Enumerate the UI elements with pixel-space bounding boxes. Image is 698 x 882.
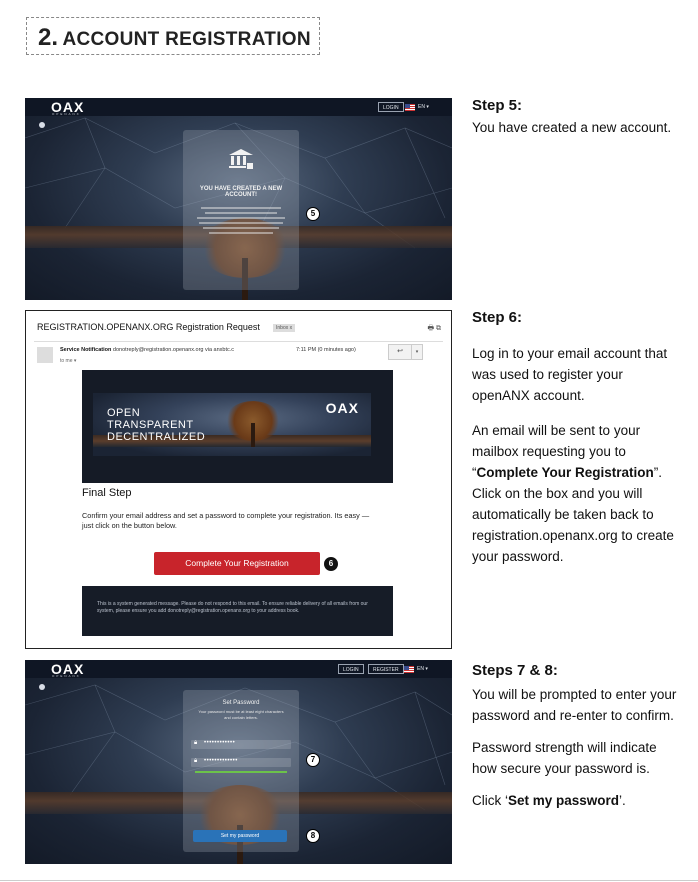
email-screenshot: REGISTRATION.OPENANX.ORG Registration Re… (25, 310, 452, 649)
bottom-divider (0, 880, 698, 881)
footer-text: This is a system generated message. Plea… (97, 601, 368, 614)
sender-line: Service Notification donotreply@registra… (60, 347, 234, 353)
slogan-open: OPEN (107, 407, 141, 419)
recipient-dropdown[interactable]: to me ▾ (60, 358, 76, 364)
us-flag-icon-2 (404, 666, 414, 673)
step-6-paragraph-1: Log in to your email account that was us… (472, 346, 668, 403)
step-6-text: Log in to your email account that was us… (472, 343, 682, 578)
section-number: 2. (38, 24, 59, 51)
sender-name: Service Notification (60, 347, 112, 353)
slogan-decentralized: DECENTRALIZED (107, 431, 206, 443)
step-78-p3-start: Click ‘ (472, 793, 508, 808)
set-password-title: Set Password (222, 700, 260, 706)
set-my-password-button[interactable]: Set my password (193, 830, 287, 842)
step-6-p2-bold: Complete Your Registration (476, 465, 654, 480)
bank-icon (229, 149, 253, 169)
reply-button[interactable]: ↩ (388, 344, 412, 360)
modal-title: YOU HAVE CREATED A NEW ACCOUNT! (199, 186, 283, 198)
slogan-transparent: TRANSPARENT (107, 419, 194, 431)
login-button[interactable]: LOGIN (378, 102, 404, 112)
login-button-2[interactable]: LOGIN (338, 664, 364, 674)
language-select-2[interactable]: EN ▾ (417, 664, 428, 674)
confirm-password-field[interactable]: 🔒︎ ••••••••••••• (191, 758, 291, 767)
oax-logo-subtitle-2: OPENANX (52, 674, 81, 678)
language-select[interactable]: EN ▾ (418, 102, 429, 112)
step-78-title: Steps 7 & 8: (472, 662, 558, 679)
step-8-marker: 8 (306, 829, 320, 843)
complete-registration-button[interactable]: Complete Your Registration (154, 552, 320, 575)
banner-slogan: OPEN TRANSPARENT DECENTRALIZED (107, 407, 205, 443)
section-heading: ACCOUNT REGISTRATION (62, 29, 311, 50)
set-password-modal: Set Password Your password must be at le… (183, 690, 299, 852)
step-78-text: You will be prompted to enter your passw… (472, 684, 682, 822)
lock-icon-2: 🔒︎ (194, 758, 198, 764)
step-78-paragraph-2: Password strength will indicate how secu… (472, 740, 657, 776)
section-title: 2. ACCOUNT REGISTRATION (26, 17, 320, 55)
email-subject: REGISTRATION.OPENANX.ORG Registration Re… (37, 322, 260, 332)
divider (34, 341, 443, 342)
step-5-marker: 5 (306, 207, 320, 221)
avatar (37, 347, 53, 363)
banner-oax-logo: OAX (325, 400, 359, 416)
success-modal: YOU HAVE CREATED A NEW ACCOUNT! (183, 130, 299, 290)
step-6-marker: 6 (324, 557, 338, 571)
print-icon[interactable]: 🖶 ⧉ (427, 324, 441, 335)
step-78-p3-end: ’. (619, 793, 626, 808)
register-button[interactable]: REGISTER (368, 664, 404, 674)
password-field[interactable]: 🔒︎ •••••••••••• (191, 740, 291, 749)
us-flag-icon (405, 104, 415, 111)
final-step-heading: Final Step (82, 487, 132, 499)
moon-icon-2 (39, 684, 45, 690)
step-5-paragraph: You have created a new account. (472, 120, 672, 135)
step-78-paragraph-3: Click ‘Set my password’. (472, 790, 682, 811)
step-6-paragraph-2: An email will be sent to your mailbox re… (472, 420, 682, 567)
email-time: 7:11 PM (0 minutes ago) (296, 347, 356, 353)
oax-logo-subtitle: OPENANX (52, 112, 81, 116)
screenshot-set-password: OAX OPENANX LOGIN REGISTER EN ▾ Set Pass… (25, 660, 452, 864)
email-footer: This is a system generated message. Plea… (82, 586, 393, 636)
modal-text-placeholder (191, 204, 291, 237)
email-banner: OPEN TRANSPARENT DECENTRALIZED OAX (93, 393, 371, 456)
inbox-label[interactable]: Inbox x (273, 324, 296, 332)
step-5-text: You have created a new account. (472, 117, 682, 149)
email-banner-frame: OPEN TRANSPARENT DECENTRALIZED OAX (82, 370, 393, 483)
final-step-description: Confirm your email address and set a pas… (82, 511, 370, 530)
lock-icon: 🔒︎ (194, 740, 198, 746)
set-password-rules: Your password must be at least eight cha… (198, 709, 284, 720)
step-78-paragraph-1: You will be prompted to enter your passw… (472, 687, 677, 723)
step-7-marker: 7 (306, 753, 320, 767)
more-options-button[interactable]: ▾ (411, 344, 423, 360)
password-strength-bar (195, 771, 287, 773)
step-78-p3-bold: Set my password (508, 793, 620, 808)
step-5-title: Step 5: (472, 97, 523, 114)
screenshot-account-created: OAX OPENANX LOGIN EN ▾ YOU HAVE CREATED … (25, 98, 452, 300)
sender-address: donotreply@registration.openanx.org via … (112, 347, 235, 353)
step-6-title: Step 6: (472, 309, 523, 326)
moon-icon (39, 122, 45, 128)
